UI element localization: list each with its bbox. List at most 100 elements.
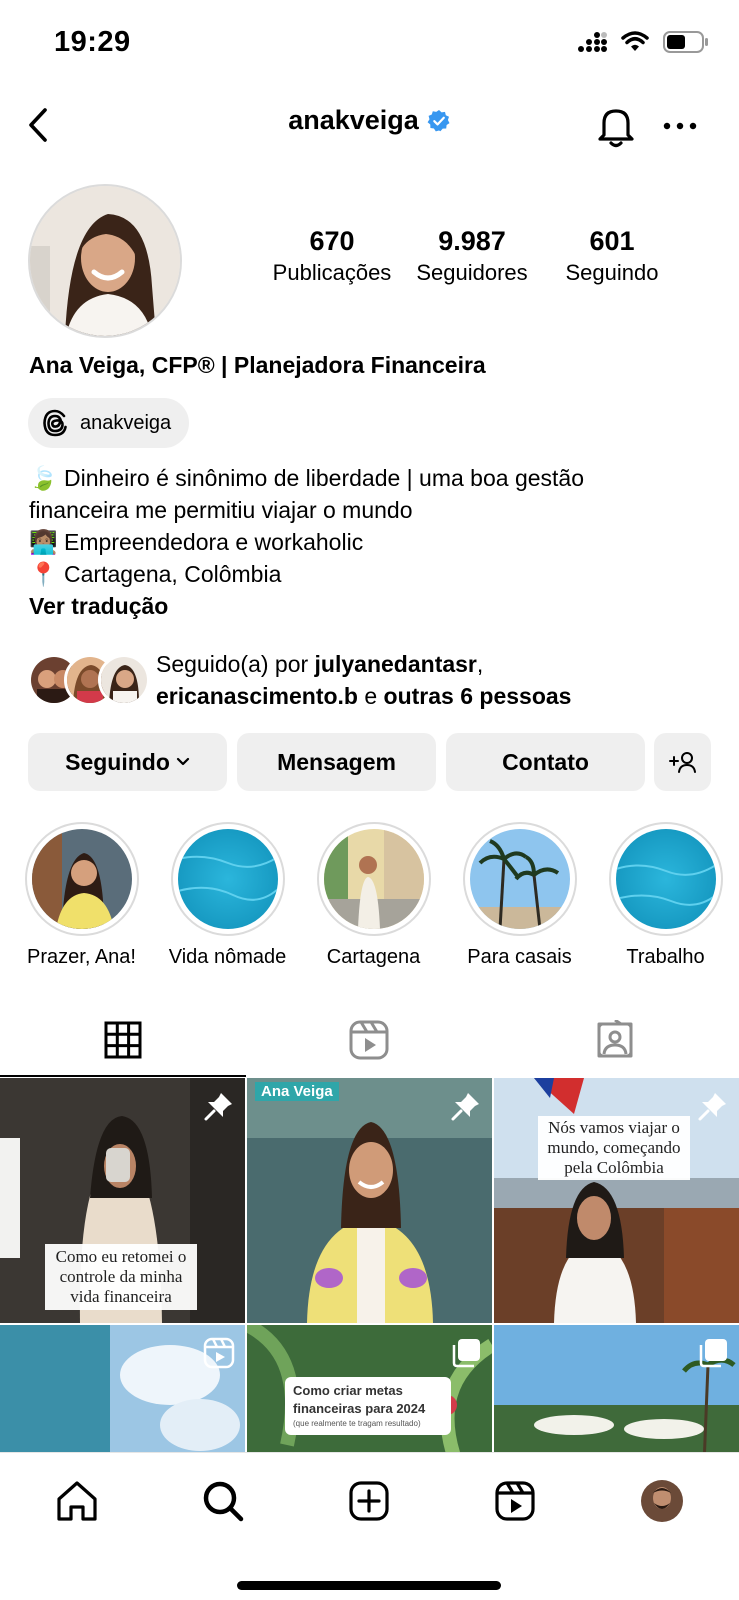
threads-icon — [43, 409, 67, 437]
carousel-icon — [699, 1339, 727, 1368]
caption-line: controle da minha — [59, 1267, 183, 1286]
posts-grid: Como eu retomei o controle da minha vida… — [0, 1078, 739, 1452]
profile-photo — [30, 186, 180, 336]
post-thumbnail[interactable]: Ana Veiga — [247, 1078, 492, 1323]
highlight-label: Trabalho — [626, 946, 705, 968]
post-thumbnail[interactable] — [494, 1325, 739, 1452]
cellular-signal-icon — [578, 32, 607, 52]
followed-prefix: Seguido(a) por — [156, 651, 315, 677]
chevron-down-icon — [176, 757, 189, 766]
profile-full-name: Ana Veiga, CFP® | Planejadora Financeira — [29, 352, 486, 378]
stat-label: Publicações — [272, 260, 392, 285]
post-title-card: Como criar metas financeiras para 2024 (… — [285, 1377, 451, 1435]
status-icons — [577, 30, 709, 54]
profile-stats: 670 Publicações 9.987 Seguidores 601 Seg… — [262, 224, 682, 288]
bio-line: 🍃 Dinheiro é sinônimo de liberdade | uma… — [29, 465, 584, 491]
tab-posts-grid[interactable] — [0, 1003, 246, 1077]
highlight-item[interactable]: Trabalho — [608, 822, 723, 968]
avatar — [98, 654, 150, 706]
post-title-line: financeiras para 2024 — [293, 1401, 426, 1416]
posts-count[interactable]: 670 Publicações — [262, 224, 402, 288]
followers-count[interactable]: 9.987 Seguidores — [402, 224, 542, 288]
threads-link[interactable]: anakveiga — [28, 398, 190, 448]
highlight-cover — [177, 829, 278, 929]
nav-search[interactable] — [197, 1475, 249, 1527]
highlight-cover — [323, 829, 424, 929]
pin-icon — [698, 1093, 726, 1121]
highlight-cover — [469, 829, 570, 929]
post-caption: Nós vamos viajar o mundo, começando pela… — [538, 1116, 690, 1180]
notifications-button[interactable] — [594, 103, 638, 149]
bio-line: 👩🏽‍💻 Empreendedora e workaholic — [29, 529, 364, 555]
mutual-follower-avatars — [28, 648, 150, 706]
post-thumbnail[interactable] — [0, 1325, 245, 1452]
pin-icon — [204, 1093, 232, 1121]
following-count[interactable]: 601 Seguindo — [542, 224, 682, 288]
mutual-others-link[interactable]: outras 6 pessoas — [384, 683, 572, 709]
post-thumbnail[interactable]: Como criar metas financeiras para 2024 (… — [247, 1325, 492, 1452]
post-title-line: Como criar metas — [293, 1383, 403, 1398]
followed-by[interactable]: Seguido(a) por julyanedantasr, ericanasc… — [28, 648, 728, 712]
caption-line: Como eu retomei o — [55, 1247, 187, 1266]
home-indicator — [237, 1581, 501, 1590]
following-button[interactable]: Seguindo — [28, 733, 227, 791]
see-translation-link[interactable]: Ver tradução — [29, 590, 719, 622]
bell-icon — [598, 109, 634, 148]
nav-profile[interactable] — [636, 1475, 688, 1527]
threads-handle: anakveiga — [80, 411, 172, 434]
reels-icon — [349, 1020, 389, 1060]
post-thumbnail[interactable]: Como eu retomei o controle da minha vida… — [0, 1078, 245, 1323]
caption-line: mundo, começando — [547, 1138, 681, 1157]
tab-reels[interactable] — [246, 1003, 492, 1077]
highlight-item[interactable]: Para casais — [462, 822, 577, 968]
bio-line: 📍 Cartagena, Colômbia — [29, 561, 282, 587]
message-button[interactable]: Mensagem — [237, 733, 436, 791]
highlight-item[interactable]: Prazer, Ana! — [24, 822, 139, 968]
highlight-item[interactable]: Cartagena — [316, 822, 431, 968]
status-bar: 19:29 — [0, 0, 739, 90]
message-button-label: Mensagem — [277, 748, 396, 775]
pin-icon — [451, 1093, 479, 1121]
status-time: 19:29 — [54, 26, 131, 58]
separator: , — [476, 651, 484, 677]
highlight-cover — [615, 829, 716, 929]
profile-tabs — [0, 1003, 739, 1077]
nav-create[interactable] — [343, 1475, 395, 1527]
profile-avatar[interactable] — [28, 184, 182, 338]
tab-tagged[interactable] — [492, 1003, 738, 1077]
add-person-icon — [668, 752, 696, 773]
more-horizontal-icon — [663, 122, 697, 130]
reels-icon — [203, 1337, 235, 1369]
stat-label: Seguidores — [416, 260, 528, 285]
stat-label: Seguindo — [565, 260, 659, 285]
highlight-ring — [462, 822, 577, 936]
contact-button[interactable]: Contato — [446, 733, 645, 791]
suggest-people-button[interactable] — [654, 733, 711, 791]
contact-button-label: Contato — [502, 748, 589, 775]
followed-by-text: Seguido(a) por julyanedantasr, ericanasc… — [156, 648, 571, 712]
profile-header: anakveiga — [0, 95, 739, 155]
grid-icon — [104, 1021, 142, 1059]
stat-value: 670 — [309, 226, 355, 256]
caption-line: pela Colômbia — [564, 1158, 664, 1177]
bio-line: financeira me permitiu viajar o mundo — [29, 497, 413, 523]
following-button-label: Seguindo — [65, 748, 170, 775]
more-options-button[interactable] — [660, 109, 700, 143]
post-thumbnail[interactable]: Nós vamos viajar o mundo, começando pela… — [494, 1078, 739, 1323]
mutual-user-link[interactable]: ericanascimento.b — [156, 683, 358, 709]
nav-home[interactable] — [51, 1475, 103, 1527]
mutual-user-link[interactable]: julyanedantasr — [315, 651, 477, 677]
highlight-ring — [24, 822, 139, 936]
caption-line: vida financeira — [70, 1287, 172, 1306]
carousel-icon — [452, 1339, 480, 1368]
highlight-ring — [170, 822, 285, 936]
post-subtitle: (que realmente te tragam resultado) — [293, 1419, 421, 1428]
caption-line: Nós vamos viajar o — [548, 1118, 680, 1137]
stat-value: 601 — [589, 226, 635, 256]
highlight-cover — [31, 829, 132, 929]
verified-badge-icon — [427, 109, 450, 131]
create-icon — [349, 1481, 389, 1521]
nav-reels[interactable] — [489, 1475, 541, 1527]
highlight-item[interactable]: Vida nômade — [169, 822, 286, 968]
conjunction: e — [357, 683, 384, 709]
